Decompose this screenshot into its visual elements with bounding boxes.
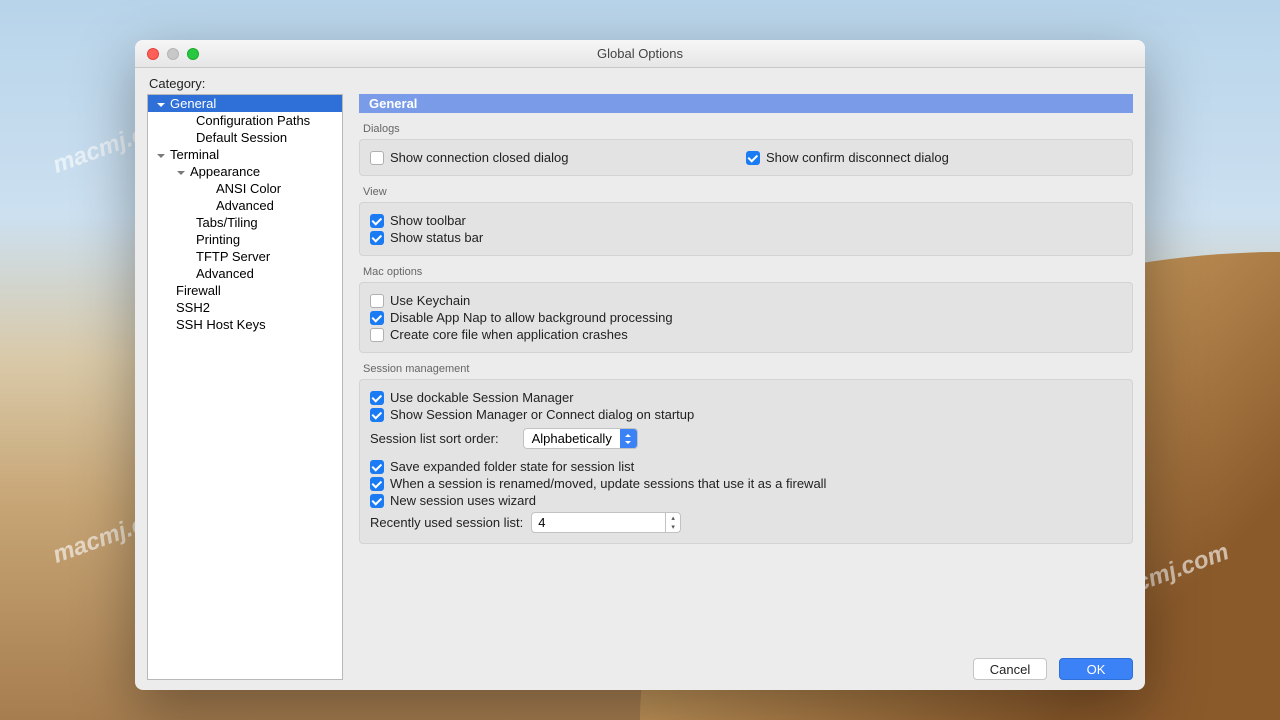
dialog-footer: Cancel OK (359, 646, 1133, 680)
tree-advanced-appearance[interactable]: Advanced (148, 197, 342, 214)
global-options-window: Global Options Category: General Configu… (135, 40, 1145, 690)
recent-list-stepper[interactable]: ▴▾ (531, 512, 681, 533)
tree-config-paths[interactable]: Configuration Paths (148, 112, 342, 129)
tree-general[interactable]: General (148, 95, 342, 112)
section-session-label: Session management (363, 363, 1133, 375)
sort-order-select[interactable]: Alphabetically (523, 428, 638, 449)
checkbox-label: Show confirm disconnect dialog (766, 150, 949, 165)
checkbox-label: Use dockable Session Manager (390, 390, 574, 405)
checkbox-label: Save expanded folder state for session l… (390, 459, 634, 474)
tree-item-label: Terminal (170, 147, 219, 162)
checkbox-label: Disable App Nap to allow background proc… (390, 310, 673, 325)
stepper-buttons[interactable]: ▴▾ (666, 512, 681, 533)
checkbox-label: Create core file when application crashe… (390, 327, 628, 342)
tree-item-label: Firewall (176, 283, 221, 298)
tree-item-label: Tabs/Tiling (196, 215, 258, 230)
tree-item-label: Appearance (190, 164, 260, 179)
tree-item-label: SSH Host Keys (176, 317, 266, 332)
chevron-up-icon[interactable]: ▴ (666, 513, 680, 523)
ok-button[interactable]: OK (1059, 658, 1133, 680)
checkbox-show-conn-closed[interactable] (370, 151, 384, 165)
section-view: Show toolbar Show status bar (359, 202, 1133, 256)
tree-item-label: Printing (196, 232, 240, 247)
checkbox-save-expanded[interactable] (370, 460, 384, 474)
checkbox-label: Show connection closed dialog (390, 150, 569, 165)
recent-list-label: Recently used session list: (370, 515, 523, 530)
chevron-down-icon (176, 166, 188, 178)
checkbox-dockable[interactable] (370, 391, 384, 405)
tree-printing[interactable]: Printing (148, 231, 342, 248)
checkbox-label: Show status bar (390, 230, 483, 245)
section-dialogs: Show connection closed dialog Show confi… (359, 139, 1133, 176)
tree-item-label: SSH2 (176, 300, 210, 315)
checkbox-label: New session uses wizard (390, 493, 536, 508)
content-area: Category: General Configuration Paths De… (135, 68, 1145, 690)
tree-item-label: Default Session (196, 130, 287, 145)
section-mac-label: Mac options (363, 266, 1133, 278)
tree-terminal[interactable]: Terminal (148, 146, 342, 163)
tree-ssh2[interactable]: SSH2 (148, 299, 342, 316)
checkbox-create-core[interactable] (370, 328, 384, 342)
checkbox-label: Show Session Manager or Connect dialog o… (390, 407, 694, 422)
tree-item-label: Advanced (216, 198, 274, 213)
tree-tabs-tiling[interactable]: Tabs/Tiling (148, 214, 342, 231)
category-label: Category: (149, 76, 1133, 91)
tree-advanced-terminal[interactable]: Advanced (148, 265, 342, 282)
checkbox-disable-app-nap[interactable] (370, 311, 384, 325)
checkbox-show-startup[interactable] (370, 408, 384, 422)
checkbox-label: When a session is renamed/moved, update … (390, 476, 826, 491)
checkbox-renamed-moved[interactable] (370, 477, 384, 491)
chevron-down-icon[interactable]: ▾ (666, 523, 680, 533)
checkbox-new-wizard[interactable] (370, 494, 384, 508)
updown-icon (620, 429, 637, 448)
tree-ssh-host-keys[interactable]: SSH Host Keys (148, 316, 342, 333)
section-mac: Use Keychain Disable App Nap to allow ba… (359, 282, 1133, 353)
settings-panel: General Dialogs Show connection closed d… (359, 94, 1133, 680)
sort-order-label: Session list sort order: (370, 431, 499, 446)
tree-item-label: Advanced (196, 266, 254, 281)
select-value: Alphabetically (524, 431, 620, 446)
checkbox-show-toolbar[interactable] (370, 214, 384, 228)
tree-item-label: General (170, 96, 216, 111)
checkbox-label: Use Keychain (390, 293, 470, 308)
chevron-down-icon (156, 149, 168, 161)
tree-firewall[interactable]: Firewall (148, 282, 342, 299)
panel-title: General (359, 94, 1133, 113)
checkbox-use-keychain[interactable] (370, 294, 384, 308)
tree-appearance[interactable]: Appearance (148, 163, 342, 180)
checkbox-show-statusbar[interactable] (370, 231, 384, 245)
checkbox-show-confirm-disconnect[interactable] (746, 151, 760, 165)
section-session: Use dockable Session Manager Show Sessio… (359, 379, 1133, 544)
recent-list-input[interactable] (531, 512, 666, 533)
checkbox-label: Show toolbar (390, 213, 466, 228)
tree-item-label: ANSI Color (216, 181, 281, 196)
section-dialogs-label: Dialogs (363, 123, 1133, 135)
section-view-label: View (363, 186, 1133, 198)
tree-default-session[interactable]: Default Session (148, 129, 342, 146)
window-title: Global Options (135, 46, 1145, 61)
tree-tftp-server[interactable]: TFTP Server (148, 248, 342, 265)
cancel-button[interactable]: Cancel (973, 658, 1047, 680)
tree-item-label: Configuration Paths (196, 113, 310, 128)
tree-ansi-color[interactable]: ANSI Color (148, 180, 342, 197)
titlebar: Global Options (135, 40, 1145, 68)
chevron-down-icon (156, 98, 168, 110)
tree-item-label: TFTP Server (196, 249, 270, 264)
category-tree[interactable]: General Configuration Paths Default Sess… (147, 94, 343, 680)
